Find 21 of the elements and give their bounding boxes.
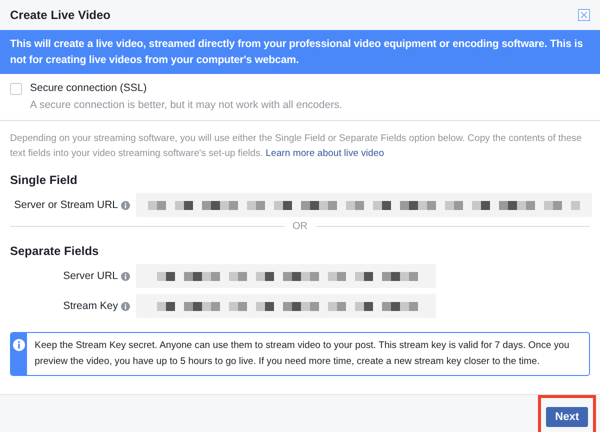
section-heading: Single Field bbox=[10, 173, 78, 187]
checkbox-label: Secure connection (SSL) bbox=[30, 82, 148, 94]
checkbox[interactable] bbox=[10, 83, 22, 95]
field-label: Stream Key bbox=[63, 300, 118, 312]
info-icon bbox=[121, 302, 130, 310]
next-button[interactable]: Next bbox=[546, 406, 588, 426]
notice-text: Keep the Stream Key secret. Anyone can use them to stream video to your post. This stream key is valid for 7 days. Once you preview the video, you have up to 5 hours to go live. If you need more time, create a new stream key closer to the time. bbox=[34, 339, 570, 369]
checkbox-hint: A secure connection is better, but it may not work with all encoders. bbox=[30, 99, 342, 111]
window-title: Create Live Video bbox=[10, 8, 110, 22]
info-banner: This will create a live video, streamed directly from your professional video equipment or encoding software. This is not for creating live videos from your computer's webcam. bbox=[0, 30, 600, 74]
section-heading: Separate Fields bbox=[10, 244, 100, 258]
text-field[interactable] bbox=[136, 264, 436, 288]
field-label: Server or Stream URL bbox=[14, 199, 118, 211]
text-field[interactable] bbox=[136, 193, 592, 217]
info-icon bbox=[121, 272, 130, 280]
text-field[interactable] bbox=[136, 294, 436, 318]
or-separator: OR bbox=[292, 221, 308, 232]
learn-more-link[interactable]: Learn more about live video bbox=[266, 148, 384, 159]
instructions-text: Depending on your streaming software, you will use either the Single Field or Separate Fields option below. Copy the contents of these text fields into your video streaming software's set-up fields. Learn more about live video bbox=[10, 132, 583, 161]
field-label: Server URL bbox=[63, 270, 118, 282]
info-icon bbox=[121, 200, 130, 210]
